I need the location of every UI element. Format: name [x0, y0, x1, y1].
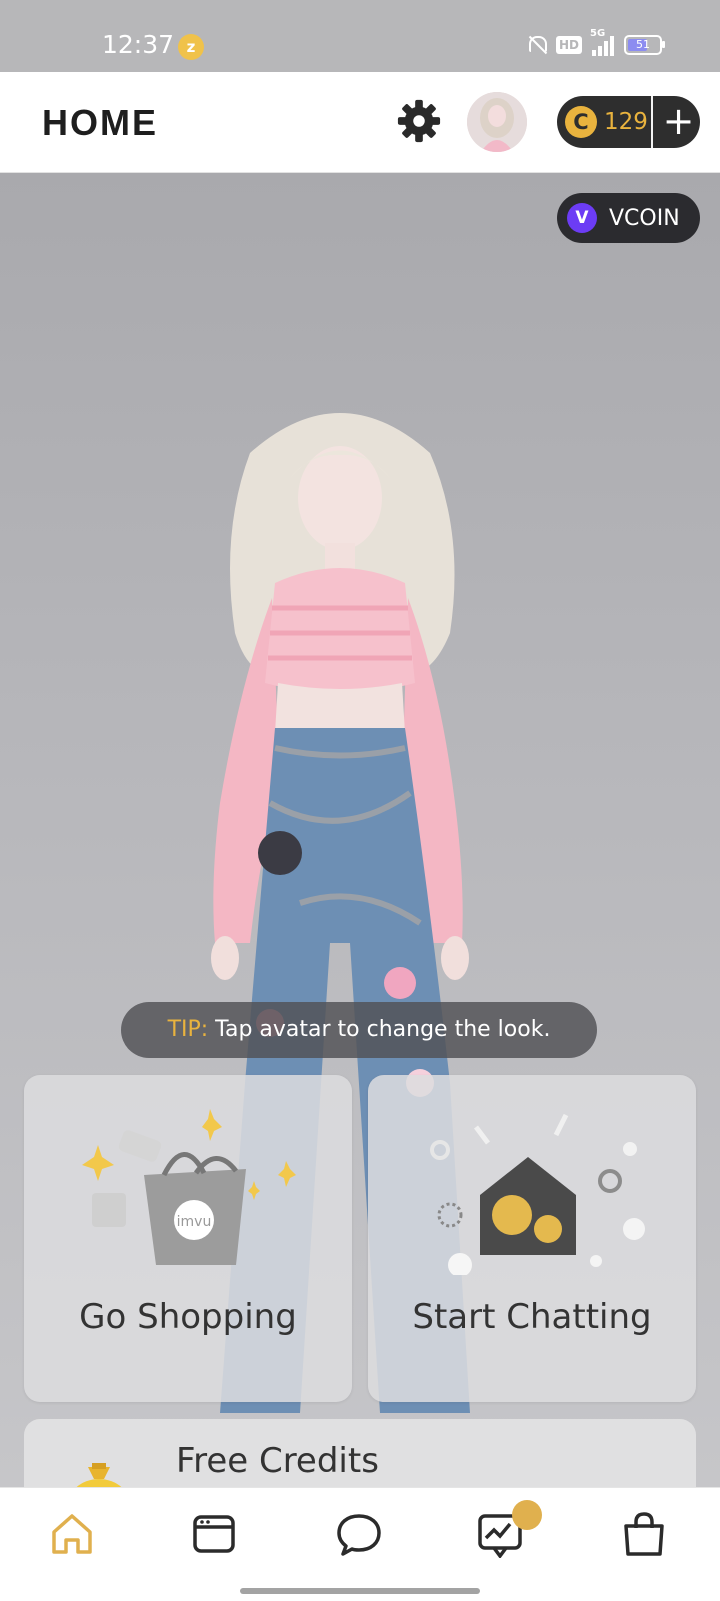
chat-icon — [337, 1514, 381, 1556]
network-label: 5G — [590, 28, 606, 39]
start-chatting-label: Start Chatting — [412, 1297, 652, 1337]
go-shopping-card[interactable]: imvu Go Shopping — [24, 1075, 352, 1402]
vcoin-button[interactable]: V VCOIN — [557, 193, 700, 243]
tip-banner: TIP: Tap avatar to change the look. — [121, 1002, 597, 1058]
hd-badge: HD — [555, 36, 582, 54]
status-indicators: HD 5G 51 — [526, 28, 665, 56]
notification-app-icon: z — [178, 34, 204, 60]
add-credits-button[interactable]: + — [657, 96, 700, 148]
shop-bag-icon — [624, 1512, 664, 1556]
feed-icon — [193, 1515, 235, 1553]
credits-amount: 129 — [604, 109, 648, 135]
nav-activity[interactable] — [476, 1500, 542, 1560]
nav-home[interactable] — [48, 1510, 98, 1560]
top-header: HOME C 129 + — [0, 72, 720, 173]
page-title: HOME — [42, 102, 158, 143]
vcoin-icon: V — [567, 203, 597, 233]
battery-level: 51 — [636, 38, 650, 51]
tip-text: Tap avatar to change the look. — [215, 1017, 551, 1042]
profile-avatar[interactable] — [467, 92, 527, 152]
shopping-bag-icon: imvu — [64, 1105, 314, 1275]
status-time: 12:37 — [102, 30, 175, 59]
gear-icon[interactable] — [396, 98, 442, 144]
credit-coin-icon: C — [565, 106, 597, 138]
start-chatting-card[interactable]: Start Chatting — [368, 1075, 696, 1402]
bottom-navigation — [0, 1487, 720, 1601]
free-credits-label: Free Credits — [176, 1441, 379, 1481]
chat-house-icon — [408, 1105, 658, 1277]
nav-chat[interactable] — [335, 1510, 385, 1560]
notification-dot — [512, 1500, 542, 1530]
credits-balance[interactable]: C 129 + — [557, 96, 700, 148]
mute-bell-icon — [526, 34, 547, 56]
battery-icon: 51 — [624, 35, 665, 55]
home-indicator[interactable] — [240, 1588, 480, 1594]
vcoin-label: VCOIN — [609, 206, 680, 231]
nav-shop[interactable] — [620, 1510, 670, 1560]
status-bar: 12:37 z HD 5G 51 — [0, 0, 720, 72]
svg-text:imvu: imvu — [177, 1214, 212, 1230]
tip-label: TIP: — [167, 1017, 209, 1042]
nav-feed[interactable] — [190, 1510, 240, 1560]
home-icon — [52, 1514, 92, 1554]
signal-icon: 5G — [590, 28, 614, 56]
go-shopping-label: Go Shopping — [79, 1297, 297, 1337]
